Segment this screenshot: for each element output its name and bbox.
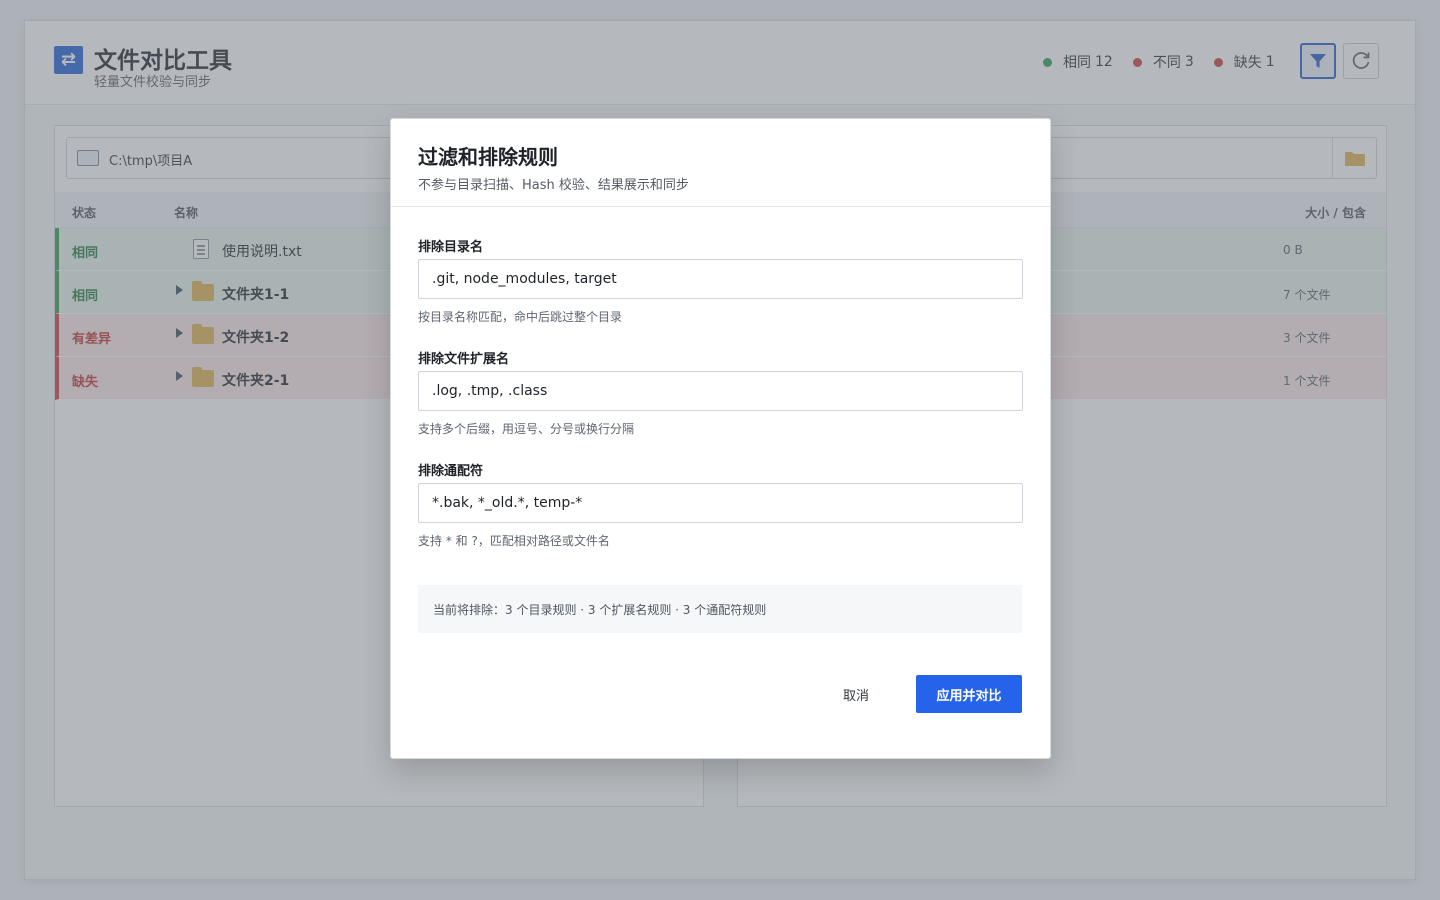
exclude-ext-hint: 支持多个后缀，用逗号、分号或换行分隔: [418, 422, 635, 436]
exclude-dirs-label: 排除目录名: [418, 240, 484, 255]
dialog-title: 过滤和排除规则: [418, 145, 558, 169]
exclude-dirs-input[interactable]: [418, 259, 1023, 299]
exclude-glob-input[interactable]: [418, 483, 1023, 523]
exclude-summary: 当前将排除：3 个目录规则 · 3 个扩展名规则 · 3 个通配符规则: [418, 585, 1022, 633]
dialog-header: 过滤和排除规则 不参与目录扫描、Hash 校验、结果展示和同步: [391, 119, 1050, 207]
exclude-ext-label: 排除文件扩展名: [418, 352, 510, 367]
exclude-dirs-hint: 按目录名称匹配，命中后跳过整个目录: [418, 310, 623, 324]
exclude-summary-text: 当前将排除：3 个目录规则 · 3 个扩展名规则 · 3 个通配符规则: [433, 603, 767, 617]
exclude-glob-label: 排除通配符: [418, 464, 484, 479]
exclude-glob-hint: 支持 * 和 ?，匹配相对路径或文件名: [418, 534, 610, 548]
filter-rules-dialog: 过滤和排除规则 不参与目录扫描、Hash 校验、结果展示和同步 排除目录名 按目…: [390, 118, 1051, 759]
dialog-subtitle: 不参与目录扫描、Hash 校验、结果展示和同步: [418, 178, 689, 193]
exclude-ext-input[interactable]: [418, 371, 1023, 411]
apply-and-compare-button[interactable]: 应用并对比: [916, 675, 1022, 713]
cancel-button[interactable]: 取消: [821, 675, 891, 713]
